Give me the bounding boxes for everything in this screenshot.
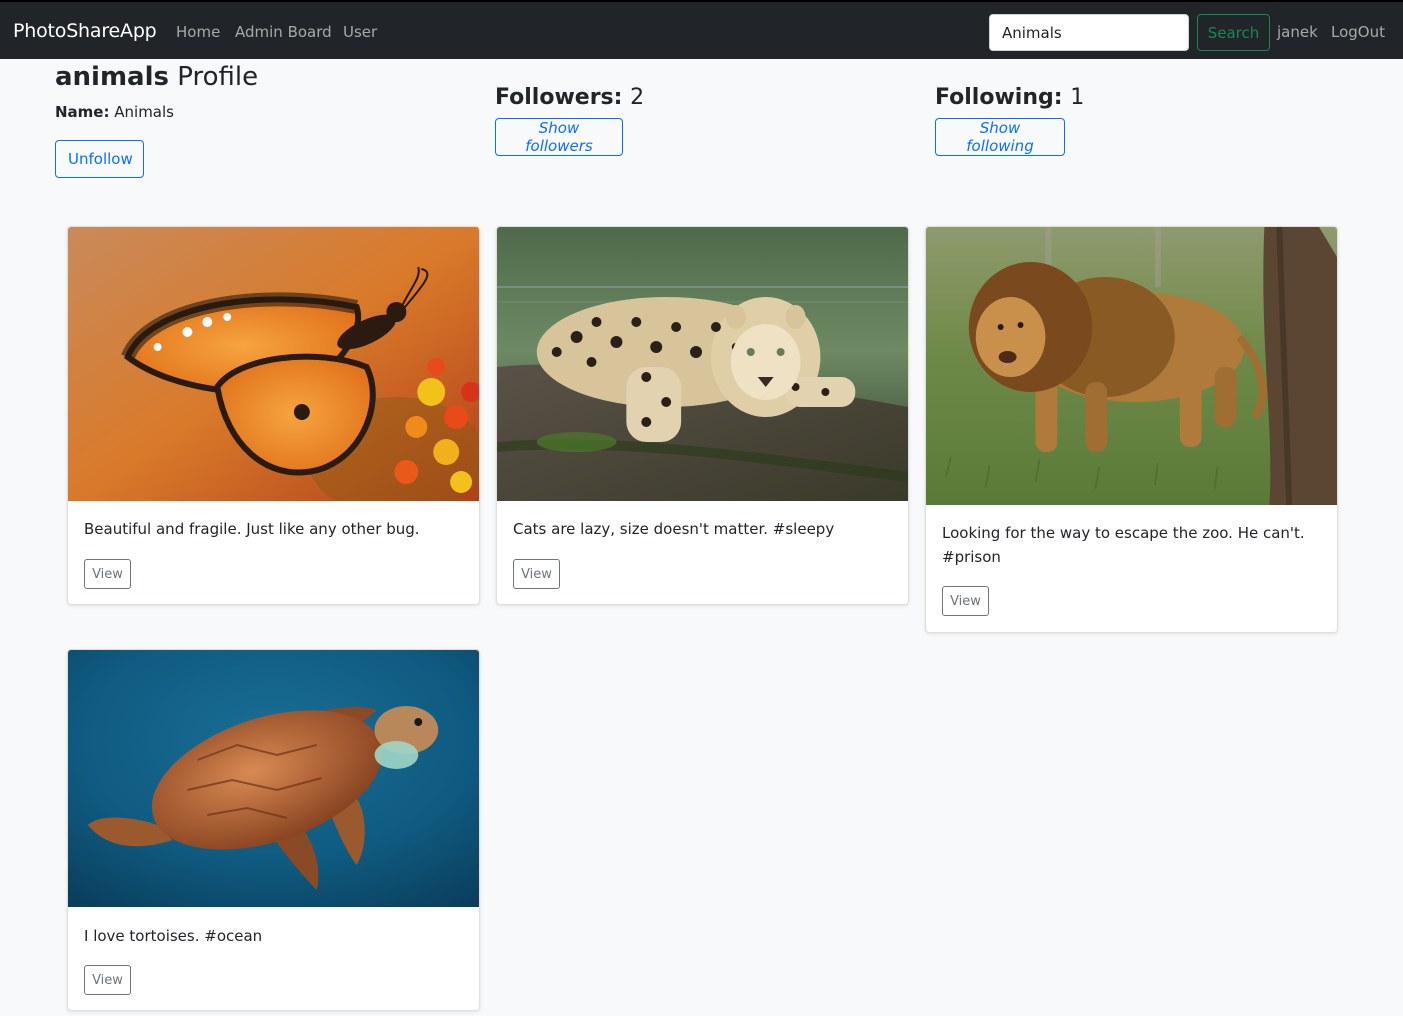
view-button[interactable]: View [513, 559, 560, 589]
nav-link-user[interactable]: User [343, 23, 377, 41]
photo-description: Beautiful and fragile. Just like any oth… [84, 520, 420, 538]
top-navbar: PhotoShareApp Home Admin Board User Sear… [0, 0, 1403, 59]
followers-label: Followers: [495, 85, 631, 110]
name-label: Name: [55, 103, 110, 121]
unfollow-button[interactable]: Unfollow [55, 140, 144, 178]
profile-title: animals Profile [55, 62, 258, 92]
lion-photo [926, 227, 1337, 505]
photo-card: Beautiful and fragile. Just like any oth… [67, 226, 480, 605]
logout-link[interactable]: LogOut [1331, 23, 1385, 41]
following-label: Following: [935, 85, 1071, 110]
search-input[interactable] [989, 14, 1189, 51]
nav-link-home[interactable]: Home [176, 23, 220, 41]
sea-turtle-photo [68, 650, 479, 907]
view-button[interactable]: View [84, 559, 131, 589]
photo-card: I love tortoises. #ocean View [67, 649, 480, 1011]
name-value: Animals [109, 103, 174, 121]
photo-description: Looking for the way to escape the zoo. H… [942, 524, 1305, 566]
view-button[interactable]: View [84, 965, 131, 995]
nav-link-admin-board[interactable]: Admin Board [235, 23, 332, 41]
photo-card: Cats are lazy, size doesn't matter. #sle… [496, 226, 909, 605]
brand-link[interactable]: PhotoShareApp [13, 20, 157, 42]
profile-title-suffix: Profile [169, 62, 259, 92]
photo-card: Looking for the way to escape the zoo. H… [925, 226, 1338, 633]
photo-description: Cats are lazy, size doesn't matter. #sle… [513, 520, 835, 538]
show-followers-button[interactable]: Show followers [495, 118, 623, 156]
search-button[interactable]: Search [1197, 14, 1270, 51]
profile-username: animals [55, 62, 169, 92]
leopard-photo [497, 227, 908, 501]
followers-heading: Followers: 2 [495, 85, 644, 110]
nav-link-username[interactable]: janek [1277, 23, 1318, 41]
show-following-button[interactable]: Show following [935, 118, 1065, 156]
butterfly-photo [68, 227, 479, 501]
following-count: 1 [1070, 85, 1085, 110]
following-heading: Following: 1 [935, 85, 1084, 110]
photo-description: I love tortoises. #ocean [84, 927, 263, 945]
followers-count: 2 [630, 85, 645, 110]
view-button[interactable]: View [942, 586, 989, 616]
profile-name-row: Name: Animals [55, 103, 174, 121]
